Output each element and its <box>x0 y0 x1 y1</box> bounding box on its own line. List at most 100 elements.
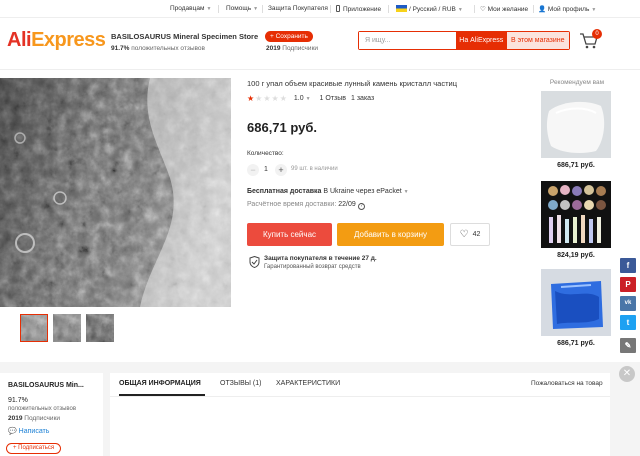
recommendation-card-3[interactable]: 686,71 руб. <box>541 269 611 347</box>
header-divider <box>0 69 640 70</box>
shipping-destination: В Ukraine через ePacket <box>321 188 402 195</box>
aliexpress-logo[interactable]: AliExpress <box>7 29 106 52</box>
quantity-decrease-button[interactable]: − <box>247 164 259 176</box>
cart-count-badge: 0 <box>592 29 602 39</box>
recommendations-title: Рекомендуем вам <box>549 79 605 86</box>
twitter-share-icon[interactable]: t <box>620 315 636 330</box>
locale-selector[interactable]: / Русский / RUB ▼ <box>396 5 463 13</box>
edit-icon[interactable]: ✎ <box>620 338 636 353</box>
star-icon: ★ <box>255 94 263 103</box>
tab-reviews[interactable]: ОТЗЫВЫ (1) <box>220 380 261 387</box>
divider <box>218 5 219 13</box>
chevron-down-icon: ▼ <box>403 189 409 195</box>
delivery-time: Расчётное время доставки: 22/09? <box>247 201 365 210</box>
product-price: 686,71 руб. <box>247 120 318 135</box>
chevron-down-icon: ▼ <box>591 7 597 13</box>
recommendation-image <box>541 181 611 248</box>
store-card-rating: 91.7% <box>8 397 28 404</box>
orders-count: 1 заказ <box>351 95 375 102</box>
buy-now-button[interactable]: Купить сейчас <box>247 223 332 246</box>
shield-check-icon <box>249 256 260 268</box>
recommendation-price: 686,71 руб. <box>557 162 595 169</box>
store-card: BASILOSAURUS Min... 91.7% положительных … <box>0 373 103 456</box>
pinterest-share-icon[interactable]: P <box>620 277 636 292</box>
store-subscribers: 2019 Подписчики <box>266 45 318 52</box>
add-to-cart-button[interactable]: Добавить в корзину <box>337 223 444 246</box>
thumbnail-image <box>86 314 114 342</box>
logo-part-express: Express <box>31 29 106 51</box>
logo-part-ali: Ali <box>7 29 32 51</box>
recommendation-card-1[interactable]: 686,71 руб. <box>541 91 611 169</box>
wishlist-count: 42 <box>472 231 481 238</box>
rating-value[interactable]: 1.0 ▼ <box>294 95 311 102</box>
reviews-link[interactable]: 1 Отзыв <box>320 95 346 102</box>
sellers-link[interactable]: Продавцам ▼ <box>170 5 211 12</box>
search-aliexpress-button[interactable]: На AliExpress <box>456 32 507 49</box>
recommendation-price: 686,71 руб. <box>557 340 595 347</box>
follow-store-button[interactable]: + Подписаться <box>6 443 62 454</box>
product-tabs: ОБЩАЯ ИНФОРМАЦИЯ ОТЗЫВЫ (1) ХАРАКТЕРИСТИ… <box>110 373 610 456</box>
availability-text: 99 шт. в наличии <box>291 166 338 172</box>
shipping-info[interactable]: Бесплатная доставка В Ukraine через ePac… <box>247 188 409 195</box>
search-bar: На AliExpress В этом магазине <box>358 31 570 50</box>
recommendation-image <box>541 91 611 158</box>
quantity-label: Количество: <box>247 150 284 157</box>
message-store-button[interactable]: 💬 Написать <box>8 427 49 435</box>
top-bar: Продавцам ▼ Помощь ▼ Защита Покупателя При… <box>0 0 640 18</box>
recommendation-image <box>541 269 611 336</box>
chat-icon: 💬 <box>8 428 17 435</box>
locale-label: / Русский / RUB <box>409 6 456 13</box>
divider <box>474 5 475 13</box>
divider <box>533 5 534 13</box>
quantity-value[interactable]: 1 <box>264 166 268 173</box>
recommendation-card-2[interactable]: 824,19 руб. <box>541 181 611 259</box>
store-name-link[interactable]: BASILOSAURUS Mineral Specimen Store <box>111 32 258 41</box>
divider <box>388 5 389 13</box>
message-store-label: Написать <box>18 428 50 435</box>
store-card-name[interactable]: BASILOSAURUS Min... <box>8 382 84 389</box>
buyer-protection-link[interactable]: Защита Покупателя <box>268 5 328 12</box>
tab-specifications[interactable]: ХАРАКТЕРИСТИКИ <box>276 380 340 387</box>
phone-icon <box>336 5 340 12</box>
thumbnail-3[interactable] <box>86 314 114 342</box>
thumbnail-2[interactable] <box>53 314 81 342</box>
star-icon: ★ <box>271 94 279 103</box>
chevron-down-icon: ▼ <box>206 6 212 12</box>
add-to-wishlist-button[interactable]: ♡ 42 <box>450 223 490 246</box>
close-icon[interactable]: ✕ <box>619 366 635 382</box>
store-rating-label: положительных отзывов <box>131 45 205 52</box>
chevron-down-icon: ▼ <box>253 6 259 12</box>
divider <box>262 5 263 13</box>
rating-number: 1.0 <box>293 95 304 102</box>
heart-icon: ♡ <box>480 6 486 13</box>
search-input[interactable] <box>359 32 456 49</box>
help-link[interactable]: Помощь ▼ <box>226 5 258 12</box>
thumbnail-1[interactable] <box>20 314 48 342</box>
search-store-button[interactable]: В этом магазине <box>506 32 569 49</box>
store-card-rating-label: положительных отзывов <box>8 406 77 412</box>
store-card-subscribers: 2019 Подписчики <box>8 415 60 422</box>
report-product-link[interactable]: Пожаловаться на товар <box>531 380 603 387</box>
chevron-down-icon: ▼ <box>305 96 311 102</box>
store-card-subscribers-count: 2019 <box>8 415 23 422</box>
facebook-share-icon[interactable]: f <box>620 258 636 273</box>
heart-icon: ♡ <box>459 229 469 240</box>
save-store-button[interactable]: + Сохранить <box>265 31 313 42</box>
divider <box>330 5 331 13</box>
quantity-increase-button[interactable]: + <box>275 164 287 176</box>
profile-label: Мой профиль <box>547 6 590 13</box>
subscribers-count: 2019 <box>266 45 281 52</box>
delivery-label: Расчётное время доставки: <box>247 201 337 208</box>
star-icon: ★ <box>263 94 271 103</box>
thumbnail-image <box>53 314 81 342</box>
vk-share-icon[interactable]: vk <box>620 296 636 311</box>
tab-overview[interactable]: ОБЩАЯ ИНФОРМАЦИЯ <box>119 380 201 387</box>
wishlist-label: Мои желание <box>487 6 529 13</box>
profile-link[interactable]: 👤 Мой профиль ▼ <box>538 5 596 13</box>
recommendation-price: 824,19 руб. <box>557 252 595 259</box>
app-link[interactable]: Приложение <box>336 5 381 13</box>
wishlist-link[interactable]: ♡ Мои желание <box>480 5 528 13</box>
info-icon[interactable]: ? <box>357 203 365 210</box>
help-label: Помощь <box>226 5 252 12</box>
product-main-image[interactable] <box>0 78 231 307</box>
